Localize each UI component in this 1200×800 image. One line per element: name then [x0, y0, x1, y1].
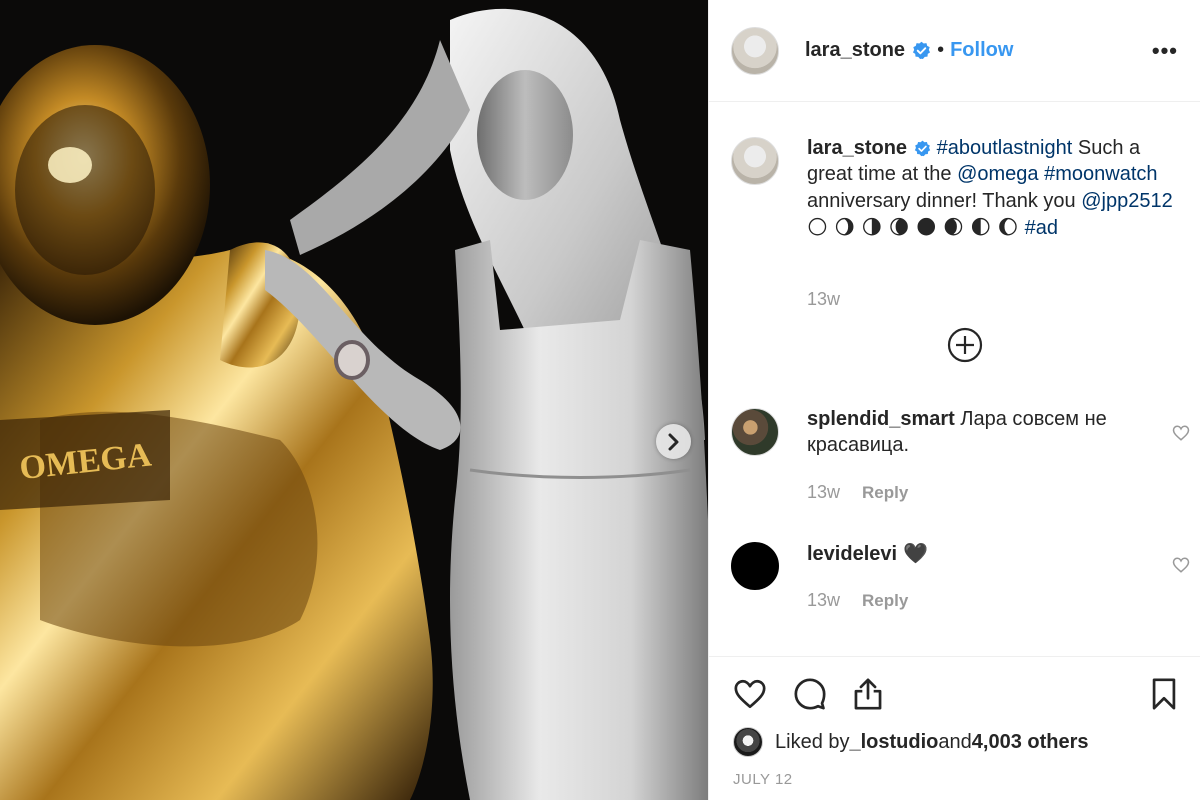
liker-username[interactable]: _lostudio [850, 731, 939, 754]
comments-list: lara_stone #aboutlastnight Such a great … [709, 103, 1200, 656]
comment-meta: 13w Reply [807, 482, 908, 503]
comment-timestamp[interactable]: 13w [807, 590, 840, 610]
caption-username[interactable]: lara_stone [807, 137, 907, 159]
chevron-right-icon [668, 433, 678, 450]
post-sidebar: lara_stone • Follow ••• lara_stone #abou… [708, 0, 1200, 800]
hashtag-moonwatch[interactable]: #moonwatch [1044, 163, 1157, 185]
share-icon[interactable] [851, 677, 885, 711]
hashtag-aboutlastnight[interactable]: #aboutlastnight [937, 137, 1073, 159]
comment-icon[interactable] [793, 677, 827, 711]
follow-button[interactable]: Follow [950, 39, 1013, 62]
post-photo: OMEGA [0, 0, 708, 800]
commenter-avatar[interactable] [731, 542, 779, 590]
plus-circle-icon[interactable] [947, 327, 983, 363]
reply-button[interactable]: Reply [862, 483, 908, 502]
commenter-avatar[interactable] [731, 408, 779, 456]
post-actions: Liked by _lostudio and 4,003 others JULY… [709, 656, 1200, 800]
bookmark-icon[interactable] [1147, 677, 1181, 711]
more-options-icon[interactable]: ••• [1152, 38, 1178, 64]
caption-text-2: anniversary dinner! Thank you [807, 190, 1082, 212]
header-separator: • [937, 39, 945, 61]
comment-timestamp[interactable]: 13w [807, 482, 840, 502]
author-avatar[interactable] [731, 26, 779, 75]
caption-avatar[interactable] [731, 137, 779, 185]
mention-omega[interactable]: @omega [957, 163, 1038, 185]
verified-badge-icon [914, 140, 931, 157]
verified-badge-icon [913, 41, 931, 60]
caption-timestamp[interactable]: 13w [807, 289, 840, 310]
caption-text: lara_stone #aboutlastnight Such a great … [807, 135, 1187, 241]
post-image[interactable]: OMEGA [0, 0, 708, 800]
author-username[interactable]: lara_stone [805, 39, 905, 62]
heart-icon[interactable] [733, 677, 767, 711]
comment-username[interactable]: splendid_smart [807, 408, 955, 430]
next-image-button[interactable] [656, 424, 691, 459]
comment-text: levidelevi 🖤 [807, 541, 929, 565]
comment-meta: 13w Reply [807, 590, 908, 611]
comment-like-icon[interactable] [1172, 556, 1190, 574]
likes-count[interactable]: 4,003 others [972, 731, 1089, 754]
hashtag-ad[interactable]: #ad [1025, 217, 1058, 239]
likes-summary: Liked by _lostudio and 4,003 others [733, 727, 1089, 757]
comment-text: splendid_smart Лара совсем не красавица. [807, 408, 1107, 456]
post-header: lara_stone • Follow ••• [709, 0, 1200, 102]
liker-avatar[interactable] [733, 727, 763, 757]
mention-jpp2512[interactable]: @jpp2512 [1081, 190, 1172, 212]
post-date[interactable]: JULY 12 [733, 771, 793, 788]
moon-emojis: 🌕 🌖 🌗 🌘 🌑 🌒 🌓 🌔 [807, 215, 1025, 239]
comment-like-icon[interactable] [1172, 424, 1190, 442]
reply-button[interactable]: Reply [862, 591, 908, 610]
comment-username[interactable]: levidelevi [807, 543, 897, 565]
